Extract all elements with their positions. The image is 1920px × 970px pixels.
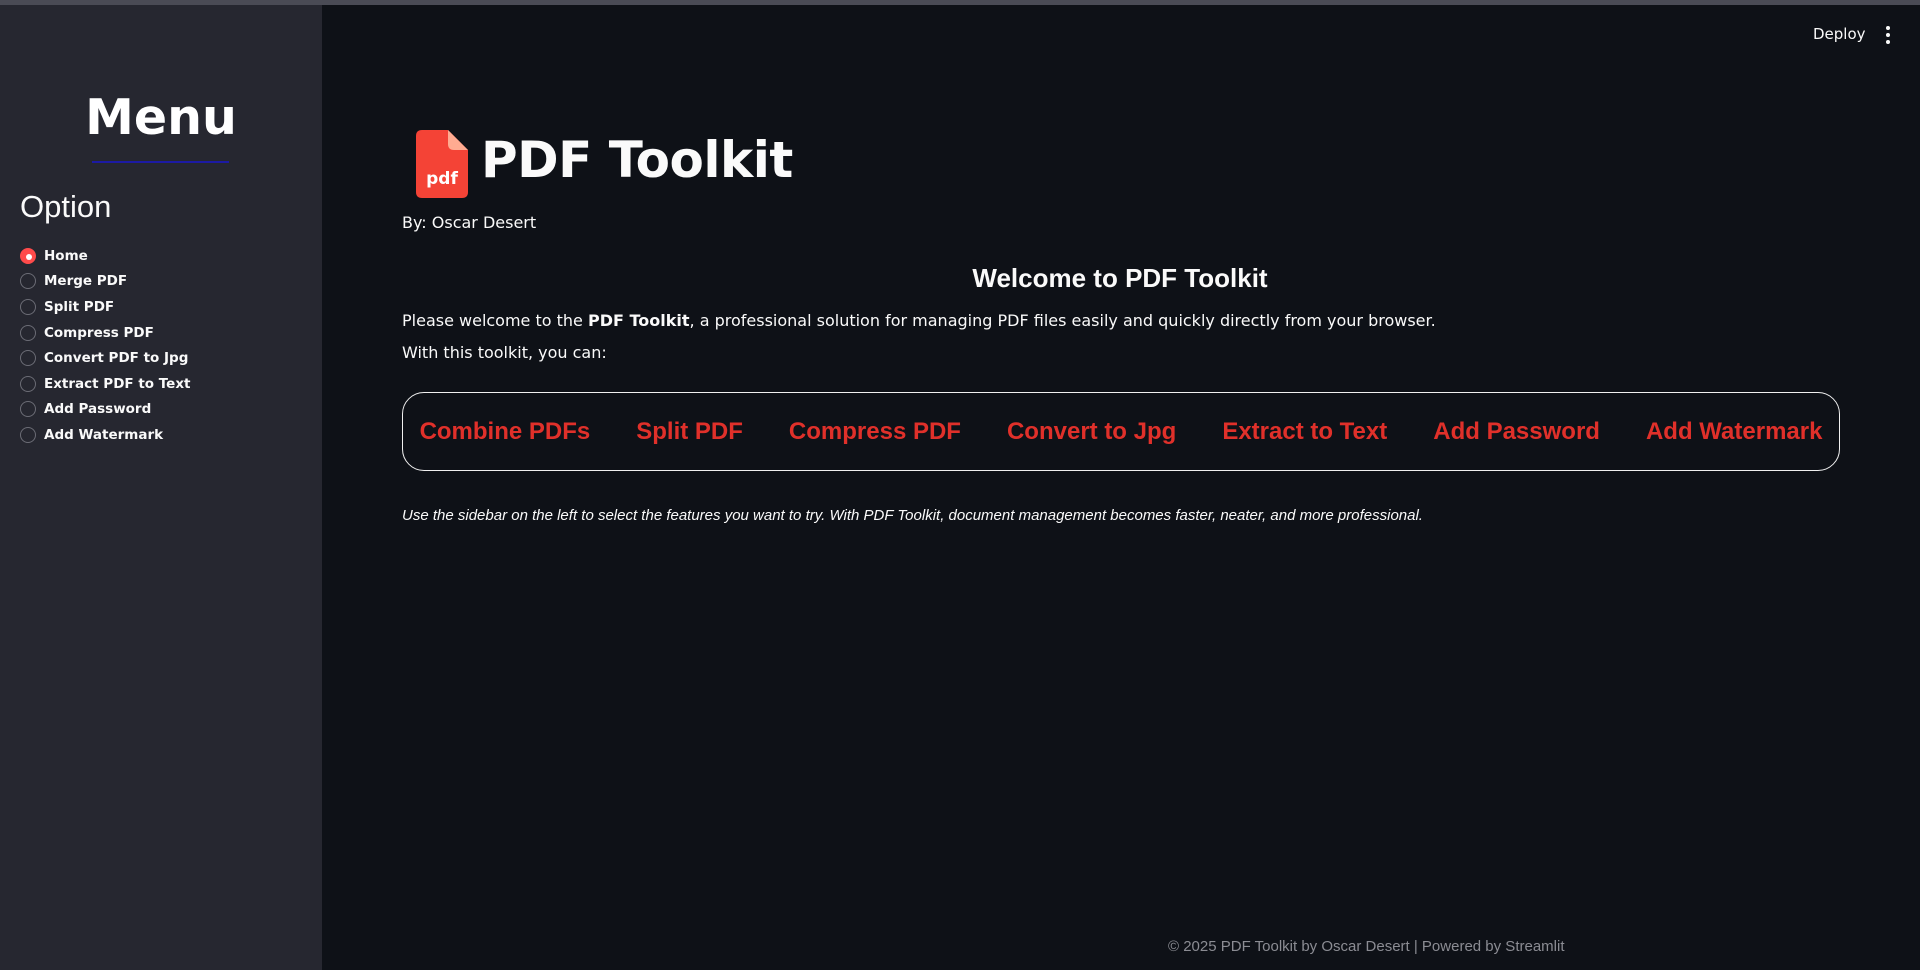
radio-option-label: Split PDF bbox=[44, 298, 115, 315]
footer-text: © 2025 PDF Toolkit by Oscar Desert | Pow… bbox=[1168, 938, 1565, 955]
radio-option-merge-pdf[interactable]: Merge PDF bbox=[20, 269, 191, 295]
radio-button-icon[interactable] bbox=[20, 273, 36, 290]
radio-button-icon[interactable] bbox=[20, 401, 36, 418]
radio-option-extract-pdf-to-text[interactable]: Extract PDF to Text bbox=[20, 371, 191, 397]
feature-item-split-pdf: Split PDF bbox=[636, 417, 743, 445]
feature-item-extract-to-text: Extract to Text bbox=[1222, 417, 1388, 445]
feature-item-add-watermark: Add Watermark bbox=[1645, 417, 1823, 445]
feature-list-box: Combine PDFs Split PDF Compress PDF Conv… bbox=[402, 392, 1840, 471]
intro-prefix: Please welcome to the bbox=[402, 311, 588, 330]
intro-paragraph: Please welcome to the PDF Toolkit, a pro… bbox=[402, 311, 1436, 330]
radio-option-home[interactable]: Home bbox=[20, 243, 191, 269]
radio-button-icon[interactable] bbox=[20, 426, 36, 443]
intro-suffix: , a professional solution for managing P… bbox=[689, 311, 1436, 330]
feature-item-combine-pdfs: Combine PDFs bbox=[419, 417, 591, 445]
radio-option-label: Extract PDF to Text bbox=[44, 375, 191, 392]
radio-button-icon[interactable] bbox=[20, 350, 36, 367]
kebab-dot bbox=[1886, 26, 1890, 30]
radio-button-icon[interactable] bbox=[20, 375, 36, 392]
feature-item-compress-pdf: Compress PDF bbox=[788, 417, 961, 445]
sidebar: Menu Option Home Merge PDF Split PDF Com… bbox=[0, 5, 322, 970]
radio-option-label: Merge PDF bbox=[44, 273, 128, 290]
radio-option-label: Convert PDF to Jpg bbox=[44, 350, 189, 367]
radio-button-icon[interactable] bbox=[20, 324, 36, 341]
kebab-dot bbox=[1886, 33, 1890, 37]
kebab-menu-icon[interactable] bbox=[1882, 26, 1894, 44]
radio-option-label: Add Password bbox=[44, 401, 152, 418]
radio-option-compress-pdf[interactable]: Compress PDF bbox=[20, 320, 191, 346]
radio-button-icon[interactable] bbox=[20, 298, 36, 315]
radio-option-label: Home bbox=[44, 247, 88, 264]
option-radio-group: Home Merge PDF Split PDF Compress PDF Co… bbox=[20, 243, 191, 448]
radio-option-add-password[interactable]: Add Password bbox=[20, 397, 191, 423]
welcome-heading: Welcome to PDF Toolkit bbox=[972, 263, 1268, 293]
pdf-icon-label: pdf bbox=[426, 169, 458, 189]
sidebar-title-underline bbox=[92, 161, 229, 163]
radio-option-label: Add Watermark bbox=[44, 426, 164, 443]
sidebar-title: Menu bbox=[85, 89, 237, 146]
radio-option-add-watermark[interactable]: Add Watermark bbox=[20, 422, 191, 448]
radio-button-icon[interactable] bbox=[20, 247, 36, 264]
toolkit-capabilities-label: With this toolkit, you can: bbox=[402, 343, 607, 362]
radio-option-split-pdf[interactable]: Split PDF bbox=[20, 294, 191, 320]
deploy-button[interactable]: Deploy bbox=[1813, 25, 1866, 43]
radio-option-label: Compress PDF bbox=[44, 324, 154, 341]
radio-option-convert-pdf-to-jpg[interactable]: Convert PDF to Jpg bbox=[20, 345, 191, 371]
author-byline: By: Oscar Desert bbox=[402, 213, 537, 232]
page-title: PDF Toolkit bbox=[481, 131, 793, 189]
usage-note: Use the sidebar on the left to select th… bbox=[402, 507, 1423, 524]
pdf-file-icon: pdf bbox=[416, 130, 468, 198]
intro-bold: PDF Toolkit bbox=[587, 311, 690, 330]
feature-item-add-password: Add Password bbox=[1433, 417, 1600, 445]
option-label: Option bbox=[20, 189, 112, 224]
feature-item-convert-to-jpg: Convert to Jpg bbox=[1006, 417, 1177, 445]
kebab-dot bbox=[1886, 40, 1890, 44]
